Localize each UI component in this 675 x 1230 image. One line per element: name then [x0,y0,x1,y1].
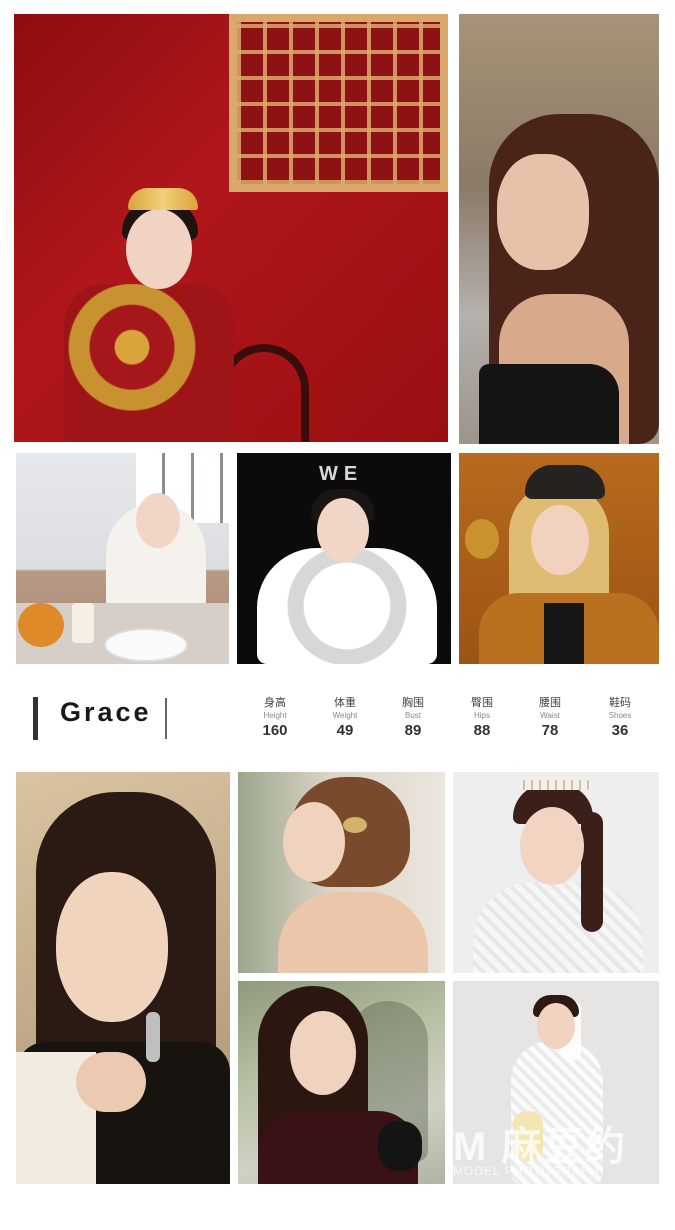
face [56,872,168,1022]
candle [72,603,94,643]
stat-waist: 腰围 Waist 78 [523,696,577,741]
photo-pearl-headband[interactable] [453,772,659,973]
watermark-logo: M 麻豆约拍 MODEL PHOTOGRAPH [453,1108,659,1227]
photo-red-traditional-dress[interactable] [14,14,448,442]
pearl-headband [517,780,591,790]
ruffle-blouse [257,548,437,664]
shoulders [278,892,428,973]
black-shirt [544,603,584,664]
face [520,807,584,885]
stat-value: 89 [404,722,422,739]
pumpkin [18,603,64,647]
stat-hips: 臀围 Hips 88 [455,696,509,741]
hand [76,1052,146,1112]
model-name: Grace [60,697,152,727]
stat-label-cn: 胸围 [402,697,424,709]
face [537,1003,575,1049]
earring [146,1012,160,1062]
embroidered-dress [64,284,234,442]
stat-label-en: Shoes [608,711,632,720]
photo-profile-updo[interactable] [238,772,445,973]
stat-label-en: Bust [404,711,421,720]
stat-label-cn: 鞋码 [609,697,631,709]
face [531,505,589,575]
stat-height: 身高 Height 160 [248,696,302,741]
face [283,802,345,882]
divider [165,698,167,739]
plate [104,628,188,662]
stat-bust: 胸围 Bust 89 [386,696,440,741]
watermark-subtext: MODEL PHOTOGRAPH [453,1164,600,1178]
stat-shoes: 鞋码 Shoes 36 [593,696,647,741]
stat-label-cn: 腰围 [539,697,561,709]
stat-label-cn: 臀围 [471,697,493,709]
face [497,154,589,270]
stat-value: 36 [611,722,629,739]
face [136,493,180,548]
stat-weight: 体重 Weight 49 [318,696,372,741]
stat-value: 160 [262,722,288,739]
face [126,209,192,289]
overlay-text: WE [319,463,364,485]
headdress [128,188,198,210]
black-glove [378,1121,422,1171]
photo-beret-portrait[interactable] [459,453,659,664]
stat-value: 49 [336,722,354,739]
black-top [479,364,619,444]
photo-dining-table[interactable] [16,453,229,664]
photo-street-portrait[interactable] [459,14,659,444]
stat-label-en: Height [263,711,287,720]
stat-label-en: Waist [540,711,560,720]
lace-dress [473,882,643,973]
accent-bar [33,697,38,740]
face [317,498,369,562]
face [290,1011,356,1095]
photo-ruffle-black-background[interactable]: WE [237,453,451,664]
stat-value: 78 [541,722,559,739]
stat-label-en: Hips [473,711,490,720]
golden-flower [465,519,499,559]
photo-black-jacket-portrait[interactable] [16,772,230,1184]
braid [581,812,603,932]
stat-label-cn: 体重 [334,697,356,709]
beret [525,465,605,499]
lattice-window [229,14,448,192]
stat-value: 88 [473,722,491,739]
hair-pin [343,817,367,833]
stat-label-en: Weight [332,711,358,720]
stat-label-cn: 身高 [264,697,286,709]
photo-gloves-green-wall[interactable] [238,981,445,1184]
